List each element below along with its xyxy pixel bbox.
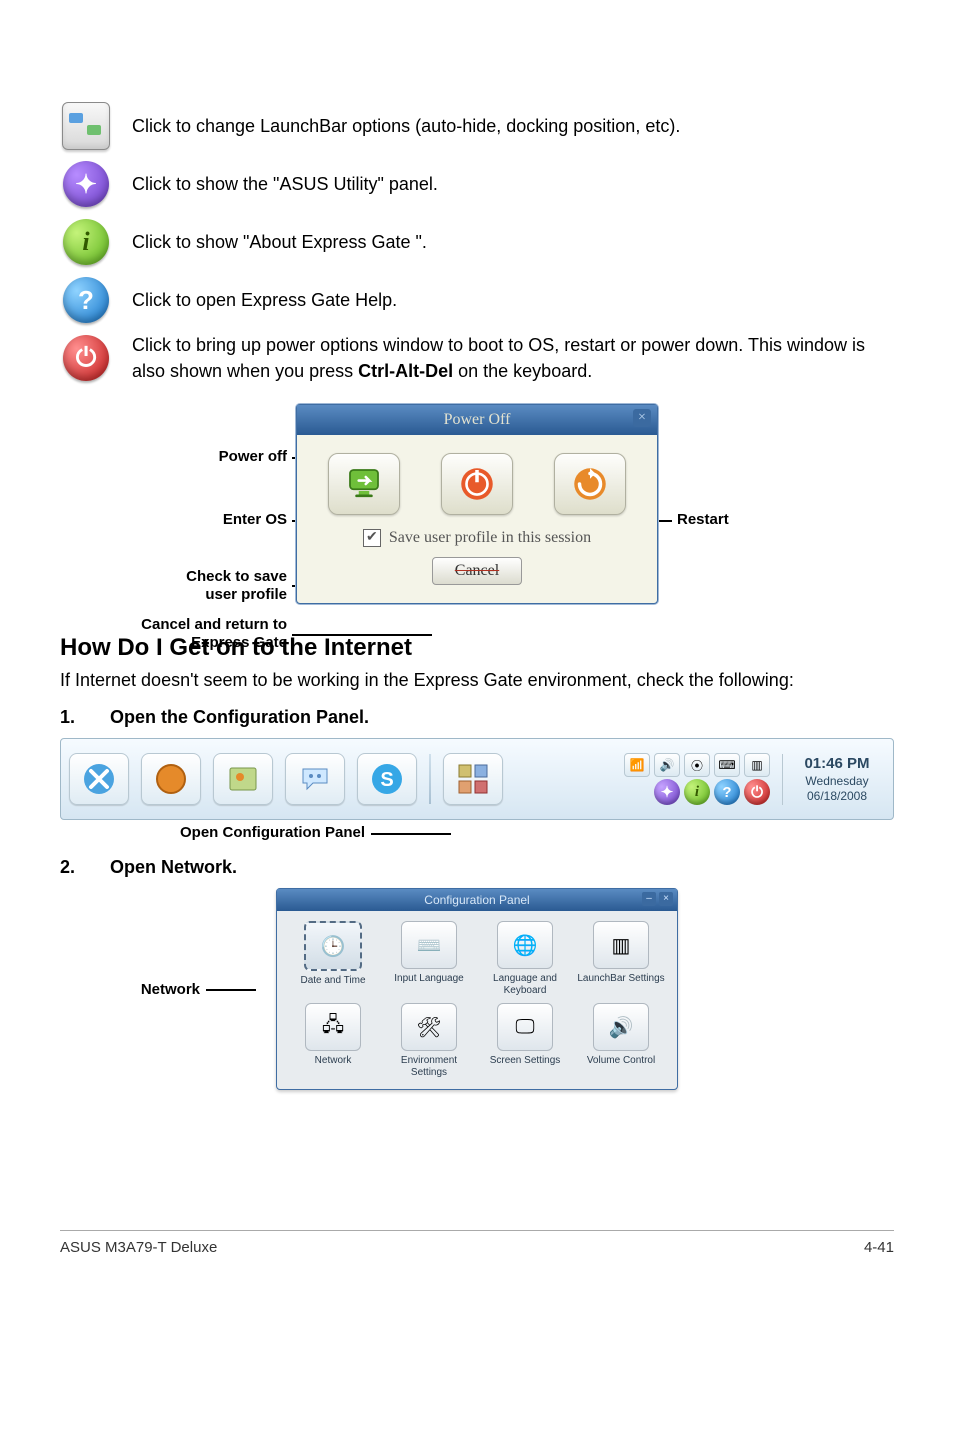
save-profile-checkbox[interactable]: ✔	[363, 529, 381, 547]
taskbar-caption: Open Configuration Panel	[180, 824, 365, 841]
launchbar-row: ? Click to open Express Gate Help.	[60, 274, 894, 326]
power-off-illustration: Power off Enter OS Check to save user pr…	[60, 404, 894, 604]
configuration-panel-window: Configuration Panel – × 🕒Date and Time⌨️…	[276, 888, 678, 1090]
volume-control-icon[interactable]: 🔊Volume Control	[575, 1003, 667, 1079]
cp-item-label: Language and Keyboard	[479, 973, 571, 997]
express-gate-taskbar: S 📶 🔊 ⦿ ⌨ ▥	[60, 738, 894, 820]
launchbar-row: i Click to show "About Express Gate ".	[60, 216, 894, 268]
callout-enter-os: Enter OS	[137, 511, 287, 528]
minimize-icon[interactable]: –	[642, 892, 656, 906]
power-icon	[456, 463, 498, 505]
section-lead: If Internet doesn't seem to be working i…	[60, 668, 894, 693]
globe-icon	[153, 761, 189, 797]
power-icon: ⏻	[60, 332, 112, 384]
close-icon[interactable]: ×	[659, 892, 673, 906]
chat-icon	[297, 761, 333, 797]
enter-os-button[interactable]	[328, 453, 400, 515]
tb-app-3[interactable]	[213, 753, 273, 805]
tray-icon-4[interactable]: ⌨	[714, 753, 740, 777]
cp-item-label: Date and Time	[300, 975, 365, 999]
launchbar-options-icon	[60, 100, 112, 152]
power-off-button[interactable]	[441, 453, 513, 515]
network-callout: Network	[60, 981, 200, 998]
config-panel-title: Configuration Panel – ×	[277, 889, 677, 911]
launchbar-row: ✦ Click to show the "ASUS Utility" panel.	[60, 158, 894, 210]
skype-icon: S	[369, 761, 405, 797]
asus-utility-icon: ✦	[60, 158, 112, 210]
tray-help-icon[interactable]: ?	[714, 779, 740, 805]
tb-app-1[interactable]	[69, 753, 129, 805]
launchbar-desc: Click to bring up power options window t…	[132, 332, 894, 384]
tray-icon-3[interactable]: ⦿	[684, 753, 710, 777]
tb-app-2[interactable]	[141, 753, 201, 805]
tray-asus-utility-icon[interactable]: ✦	[654, 779, 680, 805]
input-language-icon[interactable]: ⌨️Input Language	[383, 921, 475, 999]
about-icon: i	[60, 216, 112, 268]
launchbar-icon-descriptions: Click to change LaunchBar options (auto-…	[60, 100, 894, 384]
launchbar-desc: Click to change LaunchBar options (auto-…	[132, 113, 894, 139]
tray-icon-2[interactable]: 🔊	[654, 753, 680, 777]
step-1: 1. Open the Configuration Panel.	[60, 707, 894, 728]
date-and-time-icon[interactable]: 🕒Date and Time	[287, 921, 379, 999]
tray-power-icon[interactable]: ⏻	[744, 779, 770, 805]
config-panel-icon	[455, 761, 491, 797]
cp-item-label: Input Language	[394, 973, 464, 997]
cp-item-label: Environment Settings	[383, 1055, 475, 1079]
launchbar-desc: Click to show "About Express Gate ".	[132, 229, 894, 255]
screen-settings-icon[interactable]: 🖵Screen Settings	[479, 1003, 571, 1079]
language-keyboard-icon[interactable]: 🌐Language and Keyboard	[479, 921, 571, 999]
monitor-icon	[343, 463, 385, 505]
network-icon[interactable]: 🖧Network	[287, 1003, 379, 1079]
launchbar-row: ⏻ Click to bring up power options window …	[60, 332, 894, 384]
cp-item-label: Screen Settings	[490, 1055, 561, 1079]
callout-save-profile: Check to save user profile	[137, 568, 287, 604]
save-profile-label: Save user profile in this session	[389, 529, 591, 547]
power-off-title: Power Off ×	[297, 405, 657, 435]
cancel-button[interactable]: Cancel	[432, 557, 522, 585]
callout-power-off: Power off	[137, 448, 287, 465]
close-icon[interactable]: ×	[633, 409, 651, 427]
tray-icon-1[interactable]: 📶	[624, 753, 650, 777]
launchbar-row: Click to change LaunchBar options (auto-…	[60, 100, 894, 152]
restart-button[interactable]	[554, 453, 626, 515]
footer-left: ASUS M3A79-T Deluxe	[60, 1239, 217, 1256]
footer-right: 4-41	[864, 1239, 894, 1256]
callout-cancel-return: Cancel and return to Express Gate	[107, 616, 287, 652]
launchbar-desc: Click to show the "ASUS Utility" panel.	[132, 171, 894, 197]
environment-settings-icon[interactable]: 🛠Environment Settings	[383, 1003, 475, 1079]
x-blue-icon	[81, 761, 117, 797]
callout-restart: Restart	[677, 511, 729, 528]
tb-app-4[interactable]	[285, 753, 345, 805]
cp-item-label: Volume Control	[587, 1055, 655, 1079]
photos-icon	[225, 761, 261, 797]
tray-icon-5[interactable]: ▥	[744, 753, 770, 777]
tray-about-icon[interactable]: i	[684, 779, 710, 805]
cp-item-label: LaunchBar Settings	[577, 973, 664, 997]
help-icon: ?	[60, 274, 112, 326]
tb-app-5[interactable]: S	[357, 753, 417, 805]
cp-item-label: Network	[315, 1055, 352, 1079]
tb-config-panel-button[interactable]	[443, 753, 503, 805]
step-2: 2. Open Network.	[60, 857, 894, 878]
taskbar-clock: 01:46 PM Wednesday 06/18/2008	[782, 754, 885, 805]
launchbar-desc: Click to open Express Gate Help.	[132, 287, 894, 313]
power-off-dialog: Power Off ×	[296, 404, 658, 604]
launchbar-settings-icon[interactable]: ▥LaunchBar Settings	[575, 921, 667, 999]
svg-text:S: S	[380, 769, 393, 791]
page-footer: ASUS M3A79-T Deluxe 4-41	[60, 1230, 894, 1256]
restart-icon	[569, 463, 611, 505]
